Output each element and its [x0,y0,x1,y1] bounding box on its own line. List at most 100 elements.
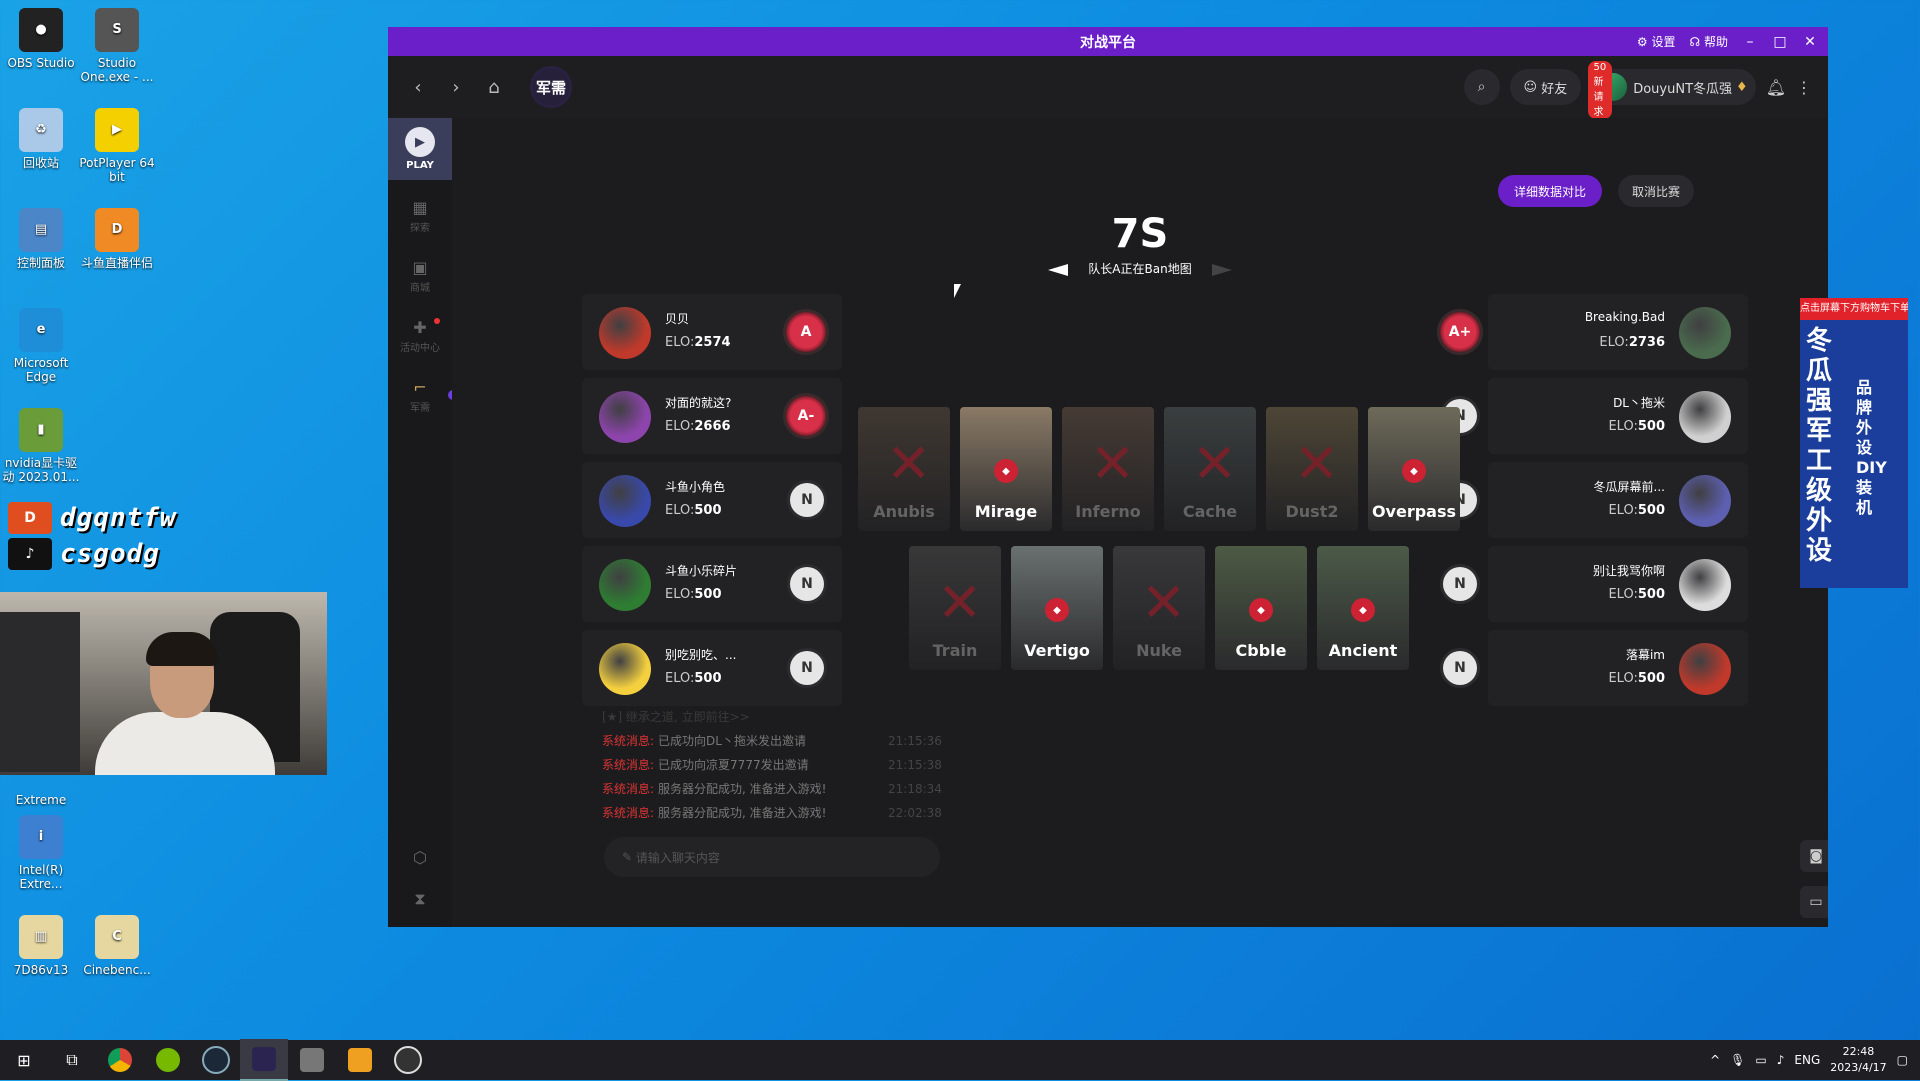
avatar[interactable] [599,559,651,611]
map-card[interactable]: ✕ Anubis [858,407,950,531]
minimize-icon[interactable]: – [1742,34,1758,50]
camera-button[interactable]: ◙ [1800,840,1828,872]
desktop-icon[interactable]: i Intel(R) Extre... [0,815,82,891]
player-name: 冬瓜屏幕前... [1593,480,1665,494]
home-icon[interactable]: ⌂ [482,77,506,98]
sidebar-item-shop[interactable]: ▣ 商城 [388,246,452,306]
avatar[interactable] [599,475,651,527]
friends-button[interactable]: ☺ 好友 50新请求 [1509,61,1613,119]
chrome-icon[interactable] [96,1040,144,1080]
player-card[interactable]: 斗鱼小乐碎片 ELO:500 N [582,546,842,622]
ad-banner[interactable]: 点击屏幕下方购物车下单 冬瓜强军工级外设 品牌外设DIY装机 [1800,298,1908,588]
language-indicator[interactable]: ENG [1794,1053,1820,1067]
chat-input[interactable]: ✎ 请输入聊天内容 [604,837,940,877]
desktop-icon-label: 回收站 [22,156,59,170]
sidebar-item-junxu[interactable]: ⌐ 军需 [388,366,458,426]
elo-label: ELO: [665,671,695,686]
player-elo: ELO:500 [1608,503,1665,518]
map-card[interactable]: ✕ Inferno [1062,407,1154,531]
desktop-icon[interactable]: ♻ 回收站 [0,108,82,170]
avatar[interactable] [1679,475,1731,527]
geforce-icon[interactable] [144,1040,192,1080]
sidebar-hourglass-button[interactable]: ⧗ [388,870,452,927]
tray-expand-icon[interactable]: ^ [1710,1053,1720,1067]
more-icon[interactable]: ⋮ [1796,78,1812,97]
elo-label: ELO: [1608,503,1638,518]
map-card[interactable]: ✕ Cache [1164,407,1256,531]
sidebar-item-activity[interactable]: ✚ 活动中心 [388,306,452,366]
chat-bubble-button[interactable]: ▭ [1800,886,1828,918]
compare-data-button[interactable]: 详细数据对比 [1497,175,1602,207]
message-text: 已成功向凉夏7777发出邀请 [658,758,809,772]
mic-icon[interactable]: 🎙︎ [1730,1053,1745,1067]
map-card[interactable]: ◆ Cbble [1215,546,1307,670]
desktop-icon[interactable]: ▤ 控制面板 [0,208,82,270]
avatar[interactable] [1679,643,1731,695]
avatar[interactable] [599,391,651,443]
obs-icon[interactable] [384,1040,432,1080]
desktop-icon-label: Microsoft Edge [13,356,69,384]
desktop-icon[interactable]: ▮ nvidia显卡驱动 2023.01... [0,408,82,484]
player-card[interactable]: 斗鱼小角色 ELO:500 N [582,462,842,538]
desktop-icon[interactable]: ▶ PotPlayer 64 bit [76,108,158,184]
tab-junxu[interactable]: 军需 [530,66,572,108]
bell-icon[interactable]: 🔔︎ [1766,78,1786,97]
avatar[interactable] [599,307,651,359]
desktop-icon[interactable]: C Cinebenc... [76,915,158,977]
avatar[interactable] [1679,391,1731,443]
network-icon[interactable]: ▭ [1755,1053,1766,1067]
back-icon[interactable]: ‹ [406,77,430,98]
avatar[interactable] [599,643,651,695]
settings-link[interactable]: ⚙ 设置 [1637,33,1676,50]
settings-label: 设置 [1651,35,1676,49]
maximize-icon[interactable]: □ [1772,34,1788,50]
desktop-icon[interactable]: ● OBS Studio [0,8,82,70]
map-card[interactable]: ✕ Nuke [1113,546,1205,670]
rank-badge: A [786,312,826,352]
search-icon[interactable]: ⌕ [1463,69,1500,105]
close-icon[interactable]: ✕ [1802,34,1818,50]
player-card[interactable]: 落幕im ELO:500 N [1443,630,1748,706]
help-link[interactable]: ☊ 帮助 [1690,33,1729,50]
player-card[interactable]: 别让我骂你啊 ELO:500 N [1443,546,1748,622]
player-card[interactable]: 冬瓜屏幕前... ELO:500 N [1443,462,1748,538]
sidebar-item-explore[interactable]: ▦ 探索 [388,186,452,246]
5e-icon[interactable] [240,1039,288,1081]
player-card[interactable]: Breaking.Bad ELO:2736 A+ [1440,294,1748,370]
clock[interactable]: 22:48 2023/4/17 [1830,1044,1886,1076]
map-card[interactable]: ◆ Mirage [960,407,1052,531]
gift-icon: ✚ [413,318,427,337]
player-card[interactable]: 别吃别吃、... ELO:500 N [582,630,842,706]
user-profile[interactable]: DouyuNT冬瓜强 ♦ [1591,69,1756,105]
player-name: 贝贝 [665,312,690,326]
player-card[interactable]: DL丶拖米 ELO:500 N [1443,378,1748,454]
map-card[interactable]: ◆ Ancient [1317,546,1409,670]
desktop-icon[interactable]: D 斗鱼直播伴侣 [76,208,158,270]
notification-icon[interactable]: ▢ [1897,1053,1908,1067]
volume-icon[interactable]: ♪ [1777,1053,1785,1067]
system-tag: 系统消息: [602,758,655,772]
studio-one-icon[interactable] [288,1040,336,1080]
map-card[interactable]: ✕ Dust2 [1266,407,1358,531]
task-view-icon[interactable]: ⧉ [48,1040,96,1080]
start-icon[interactable]: ⊞ [0,1040,48,1080]
map-name: Inferno [1075,502,1141,521]
forward-icon[interactable]: › [444,77,468,98]
map-card[interactable]: ◆ Overpass [1368,407,1460,531]
douyu-icon[interactable] [336,1040,384,1080]
avatar[interactable] [1679,559,1731,611]
sidebar-item-play[interactable]: ▶ PLAY [388,118,452,180]
map-card[interactable]: ◆ Vertigo [1011,546,1103,670]
steam-icon[interactable] [192,1040,240,1080]
avatar[interactable] [1679,307,1731,359]
taskbar: ⊞ ⧉ ^ 🎙︎ ▭ ♪ ENG 22:48 2023/4/17 ▢ [0,1039,1920,1081]
map-card[interactable]: ✕ Train [909,546,1001,670]
desktop-icon[interactable]: ▥ 7D86v13 [0,915,82,977]
player-card[interactable]: 贝贝 ELO:2574 A [582,294,842,370]
top-nav: ‹ › ⌂ 军需 ⌕ ☺ 好友 50新请求 DouyuNT冬瓜强 ♦ 🔔︎ ⋮ [388,56,1828,119]
player-card[interactable]: 对面的就这? ELO:2666 A- [582,378,842,454]
desktop-icon[interactable]: e Microsoft Edge [0,308,82,384]
desktop-icon[interactable]: S Studio One.exe - ... [76,8,158,84]
cancel-match-button[interactable]: 取消比赛 [1617,175,1694,207]
vip-icon: ♦ [1736,79,1748,95]
